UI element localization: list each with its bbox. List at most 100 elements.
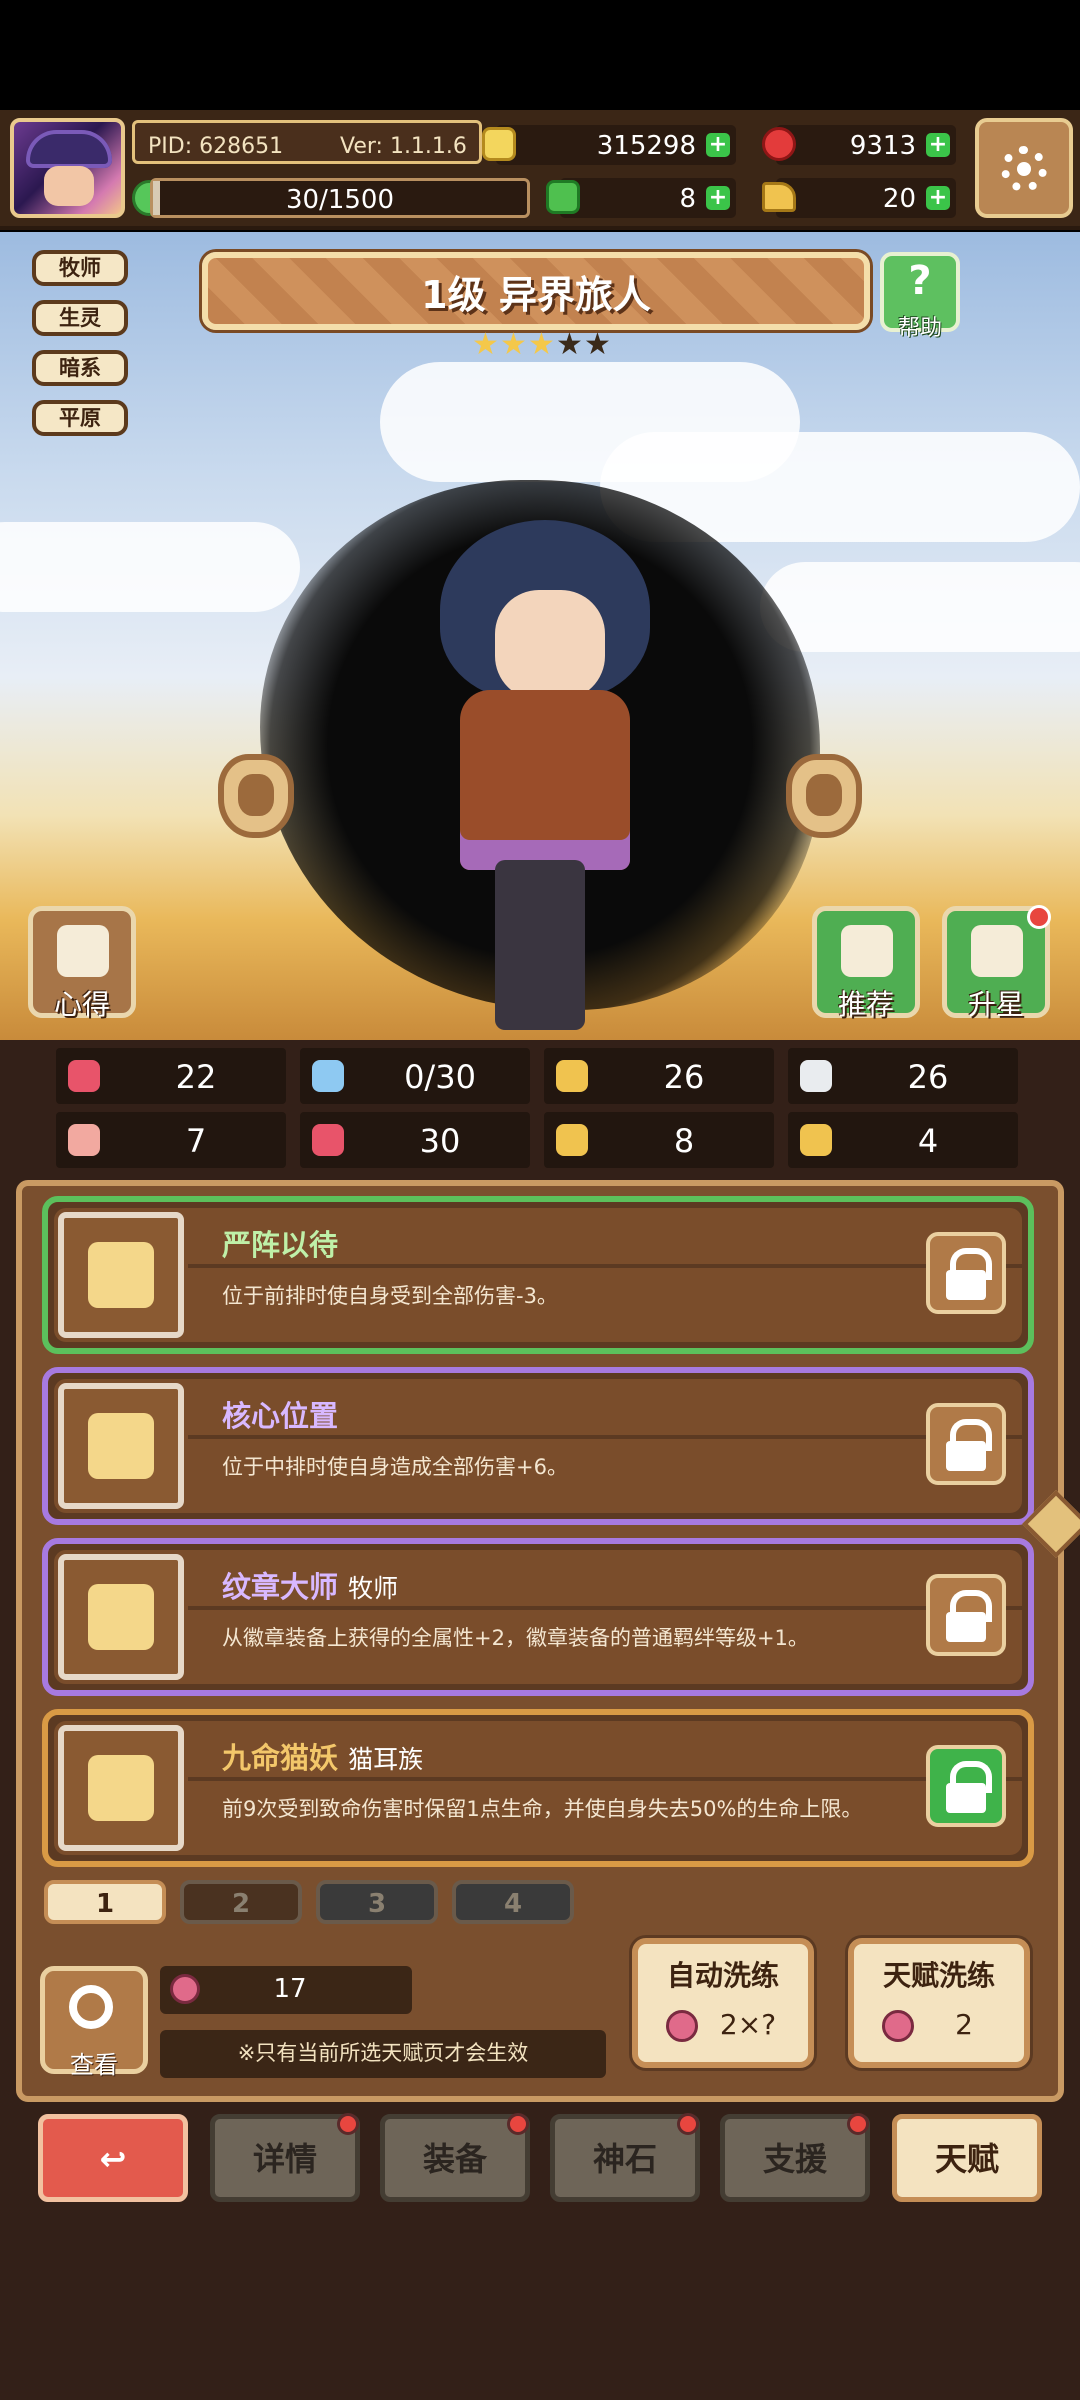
nav-godstone[interactable]: 神石 [550,2113,700,2202]
add-clover-button[interactable]: + [706,186,730,210]
talent-card-bg [54,1208,1022,1342]
stat-value: 8 [673,1122,695,1160]
recommend-label: 推荐 [837,988,894,1021]
rotate-left-button[interactable] [218,754,294,838]
notification-dot [507,2113,529,2135]
view-button[interactable]: 查看 [40,1966,148,2079]
mana-drop-icon [312,1060,344,1092]
talent-wash-cost: 2 [955,2008,973,2041]
talent-description: 位于中排时使自身造成全部伤害+6。 [222,1455,568,1479]
talent-emblem-icon [88,1755,154,1821]
upgrade-star-button[interactable]: 升星 [942,905,1051,1021]
talent-card-bg [54,1379,1022,1513]
talent-page-tab[interactable]: 4 [452,1880,574,1924]
talent-page-tab[interactable]: 1 [44,1880,166,1924]
tag-race: 生灵 [32,300,128,336]
note-icon [57,925,109,977]
hero-title-banner: 1级 异界旅人 [202,252,870,330]
book-magic-icon [312,1124,344,1156]
nav-details[interactable]: 详情 [210,2113,360,2202]
boots-currency: 20 + [762,178,956,218]
stat-value: 4 [917,1122,939,1160]
nav-equipment-label: 装备 [422,2140,487,2178]
talent-emblem-icon [88,1413,154,1479]
notification-dot [337,2113,359,2135]
page-notice: ※只有当前所选天赋页才会生效 [160,2030,606,2078]
talent-icon [58,1554,184,1680]
talent-tag: 猫耳族 [348,1745,424,1774]
add-boots-button[interactable]: + [926,186,950,210]
back-button[interactable]: ↩ [38,2114,188,2202]
talent-page-tab[interactable]: 3 [316,1880,438,1924]
talent-wash-button[interactable]: 天赋洗练 2 [848,1938,1030,2068]
insight-button[interactable]: 心得 [28,906,136,1021]
star-rating: ★ ★ ★ ★ ★ [472,330,612,360]
stat-value: 7 [185,1122,207,1160]
talent-title: 严阵以待 [222,1222,338,1264]
magnifier-icon [69,1985,113,2029]
nav-details-label: 详情 [252,2140,317,2178]
hero-title: 1级 异界旅人 [421,273,651,317]
lock-open-icon[interactable] [926,1403,1006,1485]
stat-value: 30 [419,1122,461,1160]
talent-name: 核心位置 [222,1399,339,1433]
talent-card[interactable]: 纹章大师 牧师 从徽章装备上获得的全属性+2，徽章装备的普通羁绊等级+1。 [42,1538,1034,1696]
horseshoe-luck-icon [800,1124,832,1156]
talent-emblem-icon [88,1584,154,1650]
auto-wash-button[interactable]: 自动洗练 2×? [632,1938,814,2068]
stat-cell[interactable]: 8 [544,1112,774,1168]
player-avatar[interactable] [10,118,125,218]
talent-page-tab[interactable]: 2 [180,1880,302,1924]
tag-class: 牧师 [32,250,128,286]
question-icon: ? [908,258,932,304]
hero-legs [495,860,585,1030]
stat-value: 26 [663,1058,705,1096]
player-id: PID: 628651 [148,134,284,159]
wash-fruit-counter: 17 [160,1966,412,2014]
stat-cell[interactable]: 7 [56,1112,286,1168]
divider [188,1606,1026,1610]
lock-closed-icon[interactable] [926,1745,1006,1827]
nav-equipment[interactable]: 装备 [380,2113,530,2202]
nav-talent[interactable]: 天赋 [892,2114,1042,2202]
stat-cell[interactable]: 22 [56,1048,286,1104]
fist-attack-icon [68,1124,100,1156]
talent-tag: 牧师 [348,1574,399,1603]
settings-button[interactable] [975,118,1073,218]
talent-card[interactable]: 九命猫妖 猫耳族 前9次受到致命伤害时保留1点生命，并使自身失去50%的生命上限。 [42,1709,1034,1867]
stat-grid: 22 0/30 26 26 7 30 8 4 [56,1048,1026,1172]
gem-currency: 9313 + [762,125,956,165]
help-label: 帮助 [897,316,942,341]
wing-speed-icon [800,1060,832,1092]
lock-open-icon[interactable] [926,1232,1006,1314]
talent-card[interactable]: 核心位置 位于中排时使自身造成全部伤害+6。 [42,1367,1034,1525]
help-button[interactable]: ? 帮助 [880,252,960,341]
talent-card-bg [54,1721,1022,1855]
talent-name: 纹章大师 [222,1570,339,1604]
talent-description: 前9次受到致命伤害时保留1点生命，并使自身失去50%的生命上限。 [222,1797,863,1821]
star-filled-icon: ★ [500,327,527,362]
nav-support[interactable]: 支援 [720,2113,870,2202]
stat-cell[interactable]: 26 [544,1048,774,1104]
recommend-button[interactable]: 推荐 [812,906,920,1021]
rotate-right-button[interactable] [786,754,862,838]
stat-cell[interactable]: 26 [788,1048,1018,1104]
hero-body [460,690,630,870]
gold-currency: 315298 + [482,125,736,165]
star-empty-icon: ★ [584,327,611,362]
boot-move-icon [556,1124,588,1156]
red-gem-icon [762,127,796,161]
stat-cell[interactable]: 4 [788,1112,1018,1168]
notification-dot [1027,905,1051,929]
add-gold-button[interactable]: + [706,133,730,157]
stat-cell[interactable]: 0/30 [300,1048,530,1104]
clover-icon [546,180,580,214]
divider [188,1435,1026,1439]
stat-cell[interactable]: 30 [300,1112,530,1168]
talent-card[interactable]: 严阵以待 位于前排时使自身受到全部伤害-3。 [42,1196,1034,1354]
view-label: 查看 [70,2051,118,2079]
add-gem-button[interactable]: + [926,133,950,157]
star-empty-icon: ★ [556,327,583,362]
star-filled-icon: ★ [528,327,555,362]
lock-open-icon[interactable] [926,1574,1006,1656]
